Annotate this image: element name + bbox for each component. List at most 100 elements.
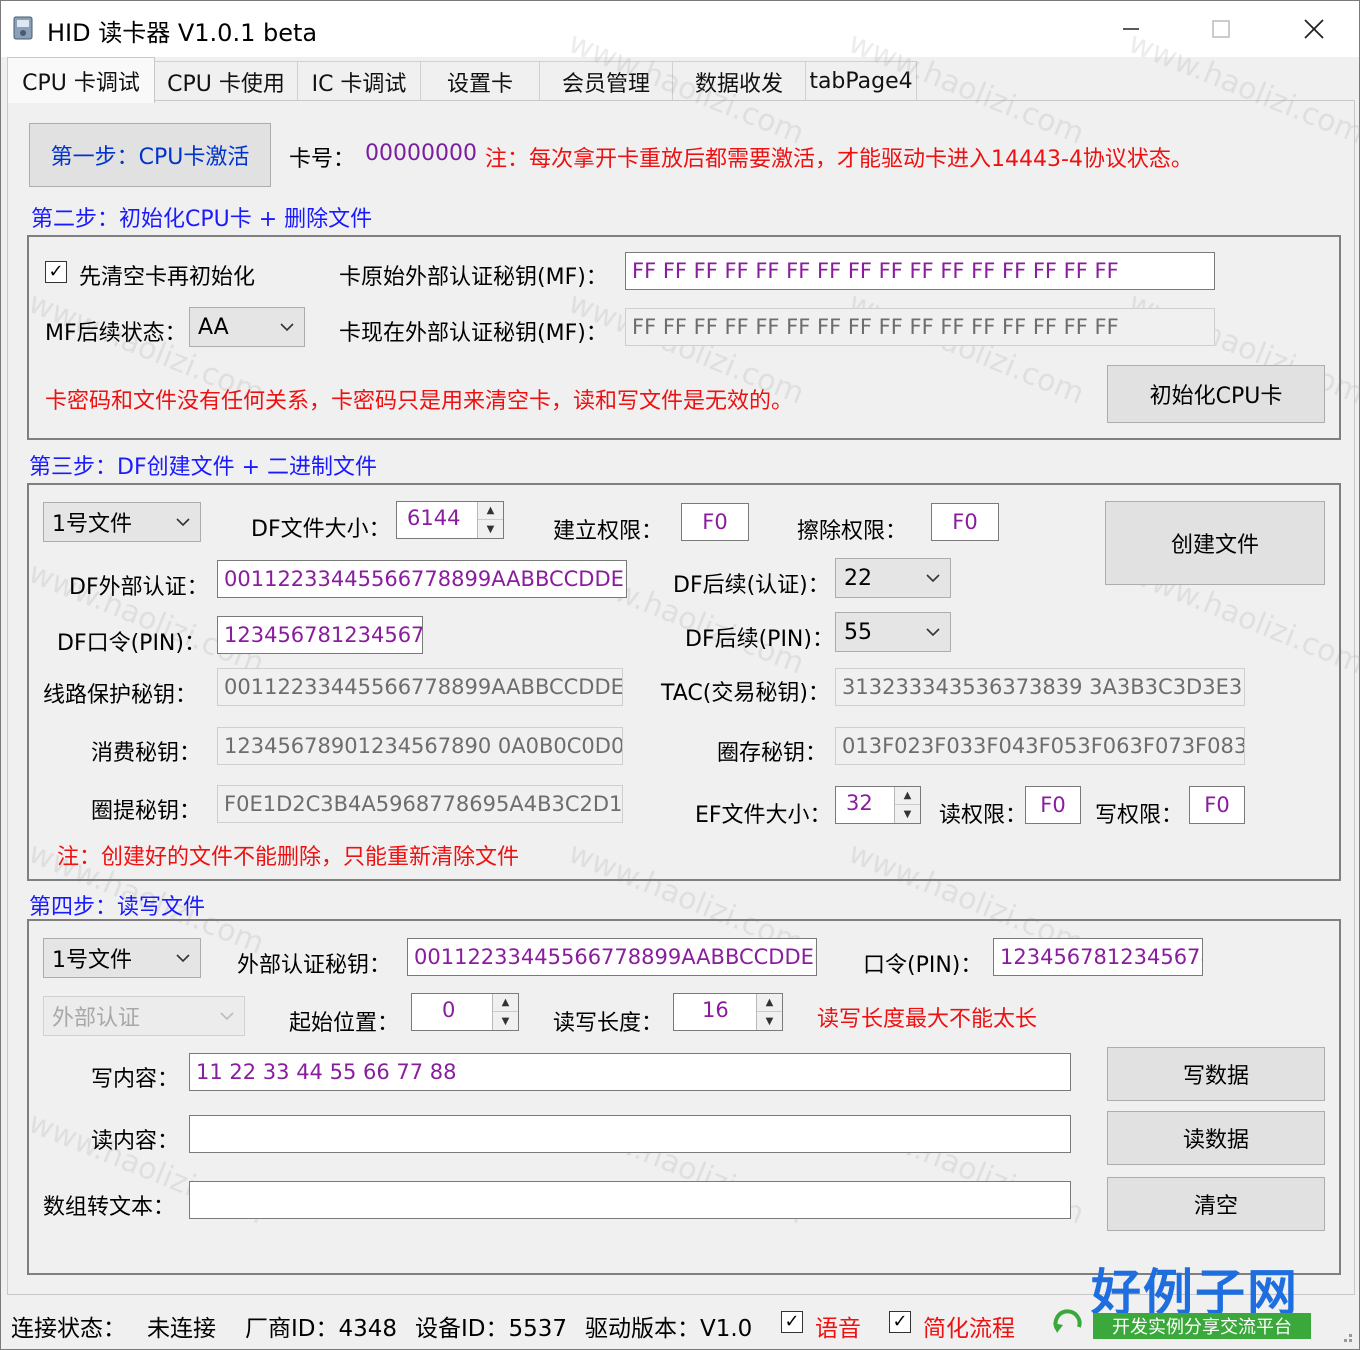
array-to-text-input[interactable] [189,1181,1071,1219]
tab-bar: CPU 卡调试 CPU 卡使用 IC 卡调试 设置卡 会员管理 数据收发 tab… [1,57,1359,103]
tab-setting-card[interactable]: 设置卡 [420,61,540,101]
ext-key-input[interactable]: 00112233445566778899AABBCCDDEEFF [407,938,817,976]
start-label: 起始位置： [289,1011,400,1036]
df-after-pin-value: 55 [844,619,872,645]
array-to-text-label: 数组转文本： [43,1195,176,1220]
auth-mode-select: 外部认证 [43,996,245,1036]
df-after-pin-label: DF后续(PIN)： [685,627,834,652]
clear-first-label: 先清空卡再初始化 [79,265,256,290]
chevron-down-icon [280,323,294,332]
tab-member[interactable]: 会员管理 [539,61,673,101]
card-number-label: 卡号： [289,147,356,172]
rw-file-select[interactable]: 1号文件 [43,938,201,978]
spin-up-icon[interactable]: ▲ [895,787,920,805]
df-auth-label: DF外部认证： [69,575,209,600]
spin-down-icon[interactable]: ▼ [478,520,503,538]
spin-down-icon[interactable]: ▼ [895,805,920,823]
app-icon [13,16,33,40]
card-password-note: 卡密码和文件没有任何关系，卡密码只是用来清空卡，读和写文件是无效的。 [45,389,794,414]
driver-version: 驱动版本：V1.0 [585,1316,753,1342]
ef-size-label: EF文件大小： [695,803,832,828]
df-pin-label: DF口令(PIN)： [57,631,206,656]
create-file-button[interactable]: 创建文件 [1105,501,1325,585]
consume-key-label: 消费秘钥： [91,741,202,766]
tab-data-transfer[interactable]: 数据收发 [672,61,806,101]
tab-cpu-use[interactable]: CPU 卡使用 [154,61,298,101]
clear-first-checkbox[interactable]: ✓ [45,261,67,283]
read-content-input[interactable] [189,1115,1071,1153]
tab-cpu-debug[interactable]: CPU 卡调试 [7,57,155,103]
cur-key-label: 卡现在外部认证秘钥(MF)： [339,321,608,346]
spin-up-icon[interactable]: ▲ [493,994,518,1012]
simple-flow-checkbox[interactable]: ✓ [889,1311,911,1333]
read-content-label: 读内容： [91,1129,180,1154]
voice-checkbox[interactable]: ✓ [781,1311,803,1333]
tac-input: 313233343536373839 3A3B3C3D3E3F00 [835,668,1245,706]
spin-down-icon[interactable]: ▼ [493,1012,518,1030]
df-size-spinner[interactable]: 6144 ▲ ▼ [396,501,504,539]
chevron-down-icon [176,518,190,527]
connection-status-value: 未连接 [147,1316,216,1342]
close-button[interactable] [1289,9,1339,49]
create-perm-input[interactable]: F0 [681,503,749,541]
pin-input[interactable]: 1234567812345678 [993,938,1203,976]
rw-file-value: 1号文件 [52,948,132,973]
read-data-button[interactable]: 读数据 [1107,1111,1325,1165]
df-file-value: 1号文件 [52,512,132,537]
mf-state-select[interactable]: AA [189,307,305,347]
df-file-select[interactable]: 1号文件 [43,502,201,542]
df-pin-input[interactable]: 1234567812345678 [217,616,423,654]
ef-size-spinner[interactable]: 32 ▲ ▼ [835,786,921,824]
load-key-label: 圈存秘钥： [717,741,828,766]
df-after-auth-select[interactable]: 22 [835,558,951,598]
line-key-input: 00112233445566778899AABBCCDDEEFF [217,668,623,706]
chevron-down-icon [926,574,940,583]
clear-button[interactable]: 清空 [1107,1177,1325,1231]
read-perm-input[interactable]: F0 [1025,786,1081,824]
step3-title: 第三步：DF创建文件 + 二进制文件 [29,455,378,480]
df-size-label: DF文件大小： [251,517,391,542]
df-auth-input[interactable]: 00112233445566778899AABBCCDDEEFF [217,560,627,598]
window-title: HID 读卡器 V1.0.1 beta [47,19,318,47]
erase-perm-input[interactable]: F0 [931,503,999,541]
device-id: 设备ID：5537 [415,1316,568,1342]
write-perm-input[interactable]: F0 [1189,786,1245,824]
auth-mode-value: 外部认证 [52,1006,141,1031]
close-icon [1304,19,1324,39]
df-after-auth-label: DF后续(认证)： [673,573,830,598]
start-spinner[interactable]: 0 ▲ ▼ [411,993,519,1031]
write-content-input[interactable]: 11 22 33 44 55 66 77 88 [189,1053,1071,1091]
title-bar: HID 读卡器 V1.0.1 beta [1,1,1359,57]
step4-title: 第四步：读写文件 [29,895,206,920]
spin-down-icon[interactable]: ▼ [757,1012,782,1030]
orig-key-input[interactable]: FF FF FF FF FF FF FF FF FF FF FF FF FF F… [625,252,1215,290]
resize-grip-icon[interactable] [1335,1325,1355,1345]
mf-state-value: AA [198,314,229,340]
chevron-down-icon [926,628,940,637]
tab-page4[interactable]: tabPage4 [805,61,917,101]
activate-cpu-button[interactable]: 第一步：CPU卡激活 [29,123,271,187]
erase-perm-label: 擦除权限： [797,519,908,544]
brand-logo: 好例子网 开发实例分享交流平台 [1091,1253,1321,1343]
maximize-icon [1212,20,1230,38]
spinner-buttons: ▲ ▼ [756,994,782,1030]
spin-up-icon[interactable]: ▲ [757,994,782,1012]
line-key-label: 线路保护秘钥： [43,683,198,708]
spinner-buttons: ▲ ▼ [477,502,503,538]
length-label: 读写长度： [553,1011,664,1036]
tab-ic-debug[interactable]: IC 卡调试 [297,61,421,101]
df-after-pin-select[interactable]: 55 [835,612,951,652]
df-size-value: 6144 [407,506,461,530]
ext-key-label: 外部认证秘钥： [237,953,392,978]
spin-up-icon[interactable]: ▲ [478,502,503,520]
maximize-button[interactable] [1196,9,1246,49]
minimize-button[interactable] [1106,9,1156,49]
minimize-icon [1123,28,1139,30]
init-cpu-button[interactable]: 初始化CPU卡 [1107,365,1325,423]
ef-size-value: 32 [846,791,873,815]
chevron-down-icon [176,954,190,963]
length-spinner[interactable]: 16 ▲ ▼ [673,993,783,1031]
card-number-value: 00000000 [365,141,477,166]
write-data-button[interactable]: 写数据 [1107,1047,1325,1101]
orig-key-label: 卡原始外部认证秘钥(MF)： [339,265,608,290]
